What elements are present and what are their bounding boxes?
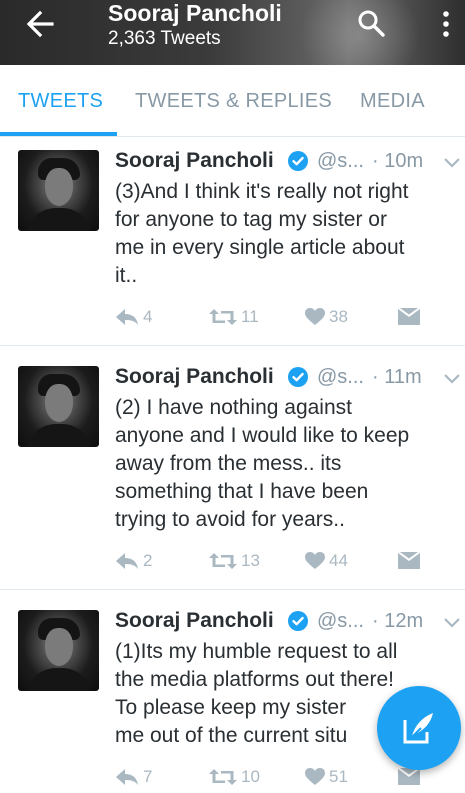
retweet-count: 13 — [241, 551, 260, 570]
heart-icon — [305, 768, 325, 785]
reply-icon — [116, 769, 138, 785]
active-tab-indicator — [0, 132, 117, 136]
arrow-left-icon — [26, 10, 54, 38]
reply-count: 7 — [143, 767, 153, 786]
reply-count: 4 — [143, 307, 153, 326]
tweet-text: (2) I have nothing against anyone and I … — [115, 396, 410, 531]
avatar[interactable] — [18, 610, 99, 691]
tab-media[interactable]: MEDIA — [360, 90, 425, 113]
retweet-button[interactable]: 10 — [209, 767, 260, 787]
tweet-timestamp: · 10m — [372, 150, 424, 172]
verified-badge-icon — [288, 611, 308, 631]
direct-message-button[interactable] — [398, 551, 420, 571]
envelope-icon — [398, 552, 420, 569]
search-icon — [358, 10, 385, 37]
reply-icon — [116, 309, 138, 325]
tab-tweets[interactable]: TWEETS — [18, 90, 103, 113]
like-button[interactable]: 51 — [305, 767, 348, 787]
tweet-author-name[interactable]: Sooraj Pancholi — [115, 609, 274, 633]
verified-badge-icon — [288, 367, 308, 387]
verified-badge-icon — [288, 151, 308, 171]
profile-tabs: TWEETS TWEETS & REPLIES MEDIA — [0, 65, 465, 137]
retweet-count: 11 — [241, 307, 259, 326]
tweet-author-name[interactable]: Sooraj Pancholi — [115, 149, 274, 173]
tweet[interactable]: Sooraj Pancholi @s... · 11m (2) I have n… — [0, 346, 465, 590]
retweet-count: 10 — [241, 767, 260, 786]
direct-message-button[interactable] — [398, 767, 420, 787]
search-button[interactable] — [356, 8, 388, 40]
reply-count: 2 — [143, 551, 153, 570]
reply-button[interactable]: 7 — [115, 767, 152, 787]
envelope-icon — [398, 768, 420, 785]
profile-header: Sooraj Pancholi 2,363 Tweets — [0, 0, 465, 65]
heart-icon — [305, 552, 325, 569]
chevron-down-icon[interactable] — [443, 616, 461, 630]
like-button[interactable]: 38 — [305, 307, 348, 327]
tweet-timestamp: · 11m — [372, 366, 422, 388]
tweet-author-handle[interactable]: @s... — [317, 610, 364, 633]
tweet-timestamp: · 12m — [372, 610, 424, 632]
retweet-icon — [209, 553, 237, 569]
tweet-text: (3)And I think it's really not right for… — [115, 180, 409, 287]
reply-button[interactable]: 4 — [115, 307, 152, 327]
retweet-button[interactable]: 11 — [209, 307, 259, 327]
reply-icon — [116, 553, 138, 569]
avatar[interactable] — [18, 366, 99, 447]
profile-name: Sooraj Pancholi — [108, 0, 282, 26]
like-count: 38 — [329, 307, 348, 326]
tweet-count: 2,363 Tweets — [108, 28, 221, 49]
more-vertical-icon — [443, 11, 449, 37]
more-options-button[interactable] — [434, 8, 458, 40]
retweet-icon — [209, 769, 237, 785]
chevron-down-icon[interactable] — [443, 372, 461, 386]
like-button[interactable]: 44 — [305, 551, 348, 571]
heart-icon — [305, 308, 325, 325]
direct-message-button[interactable] — [398, 307, 420, 327]
tweet[interactable]: Sooraj Pancholi @s... · 10m (3)And I thi… — [0, 137, 465, 346]
tweet-author-handle[interactable]: @s... — [317, 150, 364, 173]
retweet-icon — [209, 309, 237, 325]
retweet-button[interactable]: 13 — [209, 551, 260, 571]
compose-tweet-icon — [403, 713, 433, 744]
tweet-author-name[interactable]: Sooraj Pancholi — [115, 365, 274, 389]
avatar[interactable] — [18, 150, 99, 231]
back-button[interactable] — [22, 6, 62, 42]
compose-tweet-button[interactable] — [377, 686, 461, 770]
tab-tweets-and-replies[interactable]: TWEETS & REPLIES — [135, 90, 332, 113]
envelope-icon — [398, 308, 420, 325]
reply-button[interactable]: 2 — [115, 551, 152, 571]
chevron-down-icon[interactable] — [443, 156, 461, 170]
like-count: 51 — [329, 767, 348, 786]
like-count: 44 — [329, 551, 348, 570]
tweet-author-handle[interactable]: @s... — [317, 366, 364, 389]
